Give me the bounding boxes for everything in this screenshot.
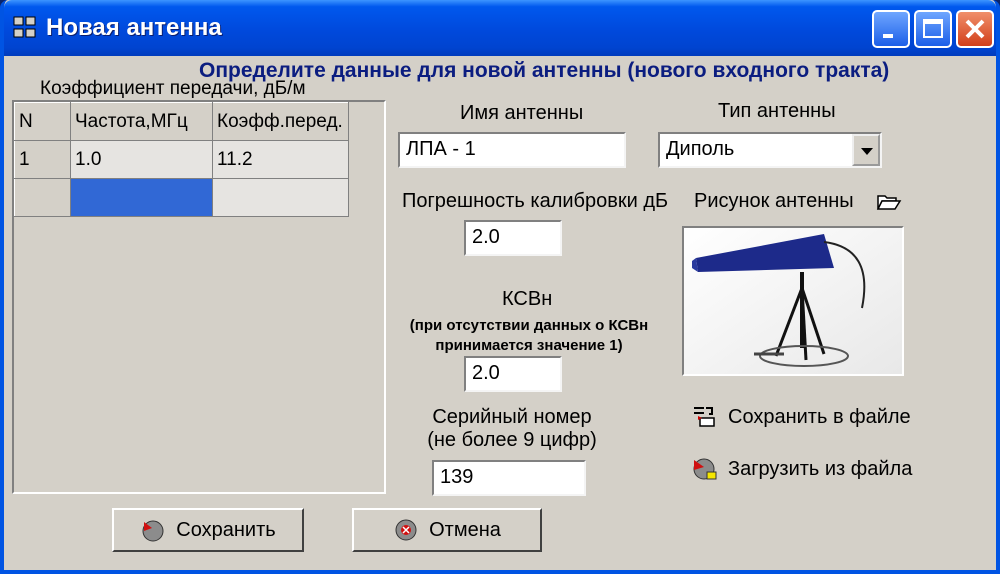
column-header-frequency[interactable]: Частота,МГц — [70, 102, 213, 141]
serial-label-line1: Серийный номер — [432, 406, 592, 428]
grid-table: N Частота,МГц Коэфф.перед. 1 1.0 11.2 — [14, 102, 349, 217]
antenna-picture — [682, 226, 904, 376]
cancel-button-label: Отмена — [429, 518, 501, 541]
row-number-cell[interactable]: 1 — [14, 140, 71, 179]
antenna-name-label: Имя антенны — [460, 102, 584, 124]
window-title: Новая антенна — [46, 14, 222, 41]
antenna-name-input[interactable]: ЛПА - 1 — [398, 132, 626, 168]
dialog-window: Новая антенна Определите данные для ново… — [0, 0, 1000, 574]
save-button[interactable]: Сохранить — [112, 508, 304, 552]
title-bar[interactable]: Новая антенна — [4, 0, 996, 56]
antenna-type-value: Диполь — [666, 138, 735, 160]
row-number-cell-empty[interactable] — [14, 178, 71, 217]
load-file-icon — [693, 458, 717, 480]
save-icon — [142, 520, 164, 542]
app-icon — [13, 16, 36, 38]
vswr-note-line1: (при отсутствии данных о КСВн — [409, 317, 649, 334]
antenna-type-label: Тип антенны — [718, 100, 836, 122]
table-row[interactable]: 1 1.0 11.2 — [14, 140, 349, 179]
antenna-illustration — [684, 228, 902, 374]
cancel-button[interactable]: Отмена — [352, 508, 542, 552]
vswr-input[interactable]: 2.0 — [464, 356, 562, 392]
antenna-picture-label: Рисунок антенны — [694, 190, 854, 212]
transfer-coefficient-grid[interactable]: N Частота,МГц Коэфф.перед. 1 1.0 11.2 — [12, 100, 386, 494]
column-header-coefficient[interactable]: Коэфф.перед. — [212, 102, 349, 141]
minimize-icon — [883, 34, 893, 38]
save-to-file-action[interactable]: Сохранить в файле — [692, 404, 911, 430]
cancel-icon — [395, 519, 417, 541]
dialog-content: Определите данные для новой антенны (нов… — [4, 56, 996, 570]
save-file-icon — [694, 407, 715, 427]
save-button-label: Сохранить — [176, 518, 276, 541]
load-from-file-label: Загрузить из файла — [728, 457, 913, 480]
frequency-cell-selected[interactable] — [70, 178, 213, 217]
frequency-cell[interactable]: 1.0 — [70, 140, 213, 179]
close-button[interactable] — [956, 10, 994, 48]
coefficient-cell-empty[interactable] — [212, 178, 349, 217]
calibration-label: Погрешность калибровки дБ — [402, 190, 669, 212]
table-row-new[interactable] — [14, 178, 349, 217]
vswr-label: КСВн — [502, 288, 553, 310]
antenna-type-select[interactable]: Диполь — [658, 132, 882, 168]
load-from-file-action[interactable]: Загрузить из файла — [692, 456, 912, 482]
vswr-note: (при отсутствии данных о КСВн принимаетс… — [394, 316, 664, 356]
maximize-button[interactable] — [914, 10, 952, 48]
vswr-note-line2: принимается значение 1) — [435, 337, 623, 354]
serial-input[interactable]: 139 — [432, 460, 586, 496]
minimize-button[interactable] — [872, 10, 910, 48]
save-to-file-label: Сохранить в файле — [728, 405, 911, 428]
serial-label: Серийный номер (не более 9 цифр) — [424, 406, 600, 452]
column-header-n[interactable]: N — [14, 102, 71, 141]
chevron-down-icon[interactable] — [852, 134, 880, 166]
calibration-input[interactable]: 2.0 — [464, 220, 562, 256]
serial-label-line2: (не более 9 цифр) — [427, 429, 597, 451]
table-caption: Коэффициент передачи, дБ/м — [40, 78, 306, 99]
maximize-icon — [923, 19, 943, 38]
folder-open-icon[interactable] — [876, 192, 902, 212]
grid-header-row: N Частота,МГц Коэфф.перед. — [14, 102, 349, 141]
coefficient-cell[interactable]: 11.2 — [212, 140, 349, 179]
close-icon — [965, 19, 985, 39]
